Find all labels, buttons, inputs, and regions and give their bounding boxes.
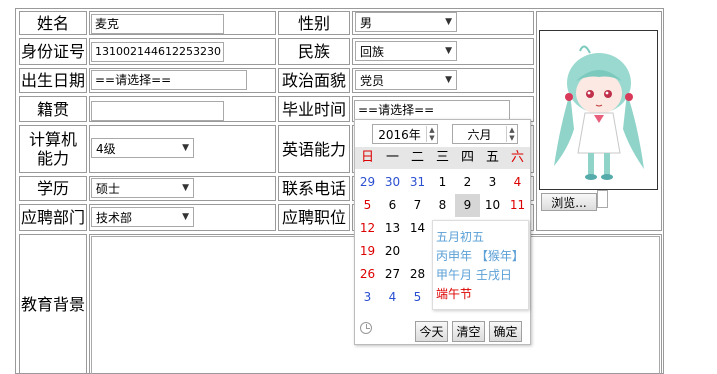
calendar-day[interactable]: 7 xyxy=(405,194,430,217)
lunar-year: 丙申年 【猴年】 xyxy=(436,249,524,263)
ethnic-label: 民族 xyxy=(278,38,350,65)
calendar-day[interactable]: 5 xyxy=(405,286,430,309)
spin-arrows-icon[interactable]: ▲ ▼ xyxy=(506,126,517,142)
name-label: 姓名 xyxy=(19,11,87,35)
calendar-day[interactable]: 4 xyxy=(505,171,530,194)
lunar-date: 五月初五 xyxy=(436,230,485,244)
dept-select[interactable]: 技术部 ▼ xyxy=(91,207,194,227)
today-button[interactable]: 今天 xyxy=(415,321,448,342)
calendar-day[interactable]: 19 xyxy=(355,240,380,263)
chevron-down-icon: ▼ xyxy=(445,75,452,85)
date-picker-footer: 今天 清空 确定 xyxy=(355,318,530,344)
chevron-down-icon: ▼ xyxy=(182,183,189,193)
spin-arrows-icon[interactable]: ▲ ▼ xyxy=(426,126,437,142)
calendar-day[interactable]: 28 xyxy=(405,263,430,286)
calendar-day[interactable]: 13 xyxy=(380,217,405,240)
edu-bg-label: 教育背景 xyxy=(19,234,87,374)
calendar-day[interactable]: 3 xyxy=(355,286,380,309)
dept-select-value: 技术部 xyxy=(96,210,133,225)
file-path-box[interactable] xyxy=(597,190,608,208)
festival-label: 端午节 xyxy=(436,287,473,301)
year-value: 2016年 xyxy=(378,127,421,142)
chevron-down-icon: ▼ xyxy=(182,212,189,222)
month-value: 六月 xyxy=(467,127,492,142)
grad-date-input[interactable]: ==请选择== xyxy=(354,100,510,120)
english-label: 英语能力 xyxy=(278,125,350,173)
political-select[interactable]: 党员 ▼ xyxy=(355,70,457,90)
calendar-day[interactable]: 6 xyxy=(380,194,405,217)
computer-select[interactable]: 4级 ▼ xyxy=(91,138,194,158)
chevron-down-icon: ▼ xyxy=(182,143,189,153)
calendar-day[interactable]: 10 xyxy=(480,194,505,217)
computer-label: 计算机能力 xyxy=(19,125,87,173)
name-input[interactable]: 麦克 xyxy=(91,14,224,34)
calendar-day[interactable]: 30 xyxy=(380,171,405,194)
calendar-day[interactable]: 11 xyxy=(505,194,530,217)
calendar-day[interactable]: 14 xyxy=(405,217,430,240)
political-select-value: 党员 xyxy=(360,73,385,88)
calendar-day-selected[interactable]: 9 xyxy=(455,194,480,217)
chevron-down-icon: ▼ xyxy=(445,17,452,27)
weekday-label: 六 xyxy=(510,150,524,165)
computer-select-value: 4级 xyxy=(96,141,116,156)
confirm-button[interactable]: 确定 xyxy=(489,321,522,342)
date-picker-popup: 2016年 ▲ ▼ 六月 ▲ ▼ 日 一 二 三 四 五 六 29 30 31 1 … xyxy=(354,119,531,345)
browse-button[interactable]: 浏览... xyxy=(541,193,597,211)
calendar-day[interactable]: 8 xyxy=(430,194,455,217)
clock-icon[interactable] xyxy=(360,322,372,334)
ethnic-select-value: 回族 xyxy=(360,44,385,59)
phone-label: 联系电话 xyxy=(278,176,350,201)
education-select-value: 硕士 xyxy=(96,181,121,196)
clear-button[interactable]: 清空 xyxy=(452,321,485,342)
lunar-month-day: 甲午月 壬戌日 xyxy=(436,268,512,282)
calendar-day[interactable]: 27 xyxy=(380,263,405,286)
id-label: 身份证号 xyxy=(19,38,87,65)
id-input[interactable]: 131002144612253230 xyxy=(91,42,224,62)
calendar-day[interactable]: 26 xyxy=(355,263,380,286)
dept-label: 应聘部门 xyxy=(19,204,87,231)
year-spinner[interactable]: 2016年 ▲ ▼ xyxy=(372,124,438,144)
calendar-day[interactable]: 20 xyxy=(380,240,405,263)
calendar-day[interactable]: 29 xyxy=(355,171,380,194)
date-picker-header: 2016年 ▲ ▼ 六月 ▲ ▼ xyxy=(355,120,530,146)
weekday-label: 日 xyxy=(360,150,374,165)
gender-select-value: 男 xyxy=(360,15,373,30)
lunar-tooltip: 五月初五 丙申年 【猴年】 甲午月 壬戌日 端午节 xyxy=(432,220,529,310)
birth-label: 出生日期 xyxy=(19,68,87,93)
weekday-label: 二 xyxy=(410,150,424,165)
weekday-label: 四 xyxy=(460,150,474,165)
calendar-day[interactable]: 31 xyxy=(405,171,430,194)
political-label: 政治面貌 xyxy=(278,68,350,93)
weekday-label: 三 xyxy=(435,150,449,165)
photo-frame xyxy=(539,30,658,190)
gender-select[interactable]: 男 ▼ xyxy=(355,12,457,32)
avatar xyxy=(554,45,644,180)
education-select[interactable]: 硕士 ▼ xyxy=(91,178,194,198)
gender-label: 性别 xyxy=(278,11,350,35)
native-label: 籍贯 xyxy=(19,96,87,122)
native-input[interactable] xyxy=(91,101,224,121)
calendar-day[interactable]: 3 xyxy=(480,171,505,194)
weekday-label: 五 xyxy=(485,150,499,165)
calendar-day[interactable]: 12 xyxy=(355,217,380,240)
position-label: 应聘职位 xyxy=(278,204,350,231)
calendar-day[interactable]: 2 xyxy=(455,171,480,194)
calendar-day[interactable]: 1 xyxy=(430,171,455,194)
calendar-day[interactable]: 5 xyxy=(355,194,380,217)
weekday-label: 一 xyxy=(385,150,399,165)
chevron-down-icon: ▼ xyxy=(445,46,452,56)
calendar-day[interactable]: 4 xyxy=(380,286,405,309)
weekday-header: 日 一 二 三 四 五 六 xyxy=(355,147,530,169)
birth-date-input[interactable]: ==请选择== xyxy=(91,70,247,90)
ethnic-select[interactable]: 回族 ▼ xyxy=(355,41,457,61)
month-spinner[interactable]: 六月 ▲ ▼ xyxy=(452,124,518,144)
education-label: 学历 xyxy=(19,176,87,201)
grad-label: 毕业时间 xyxy=(278,96,350,122)
